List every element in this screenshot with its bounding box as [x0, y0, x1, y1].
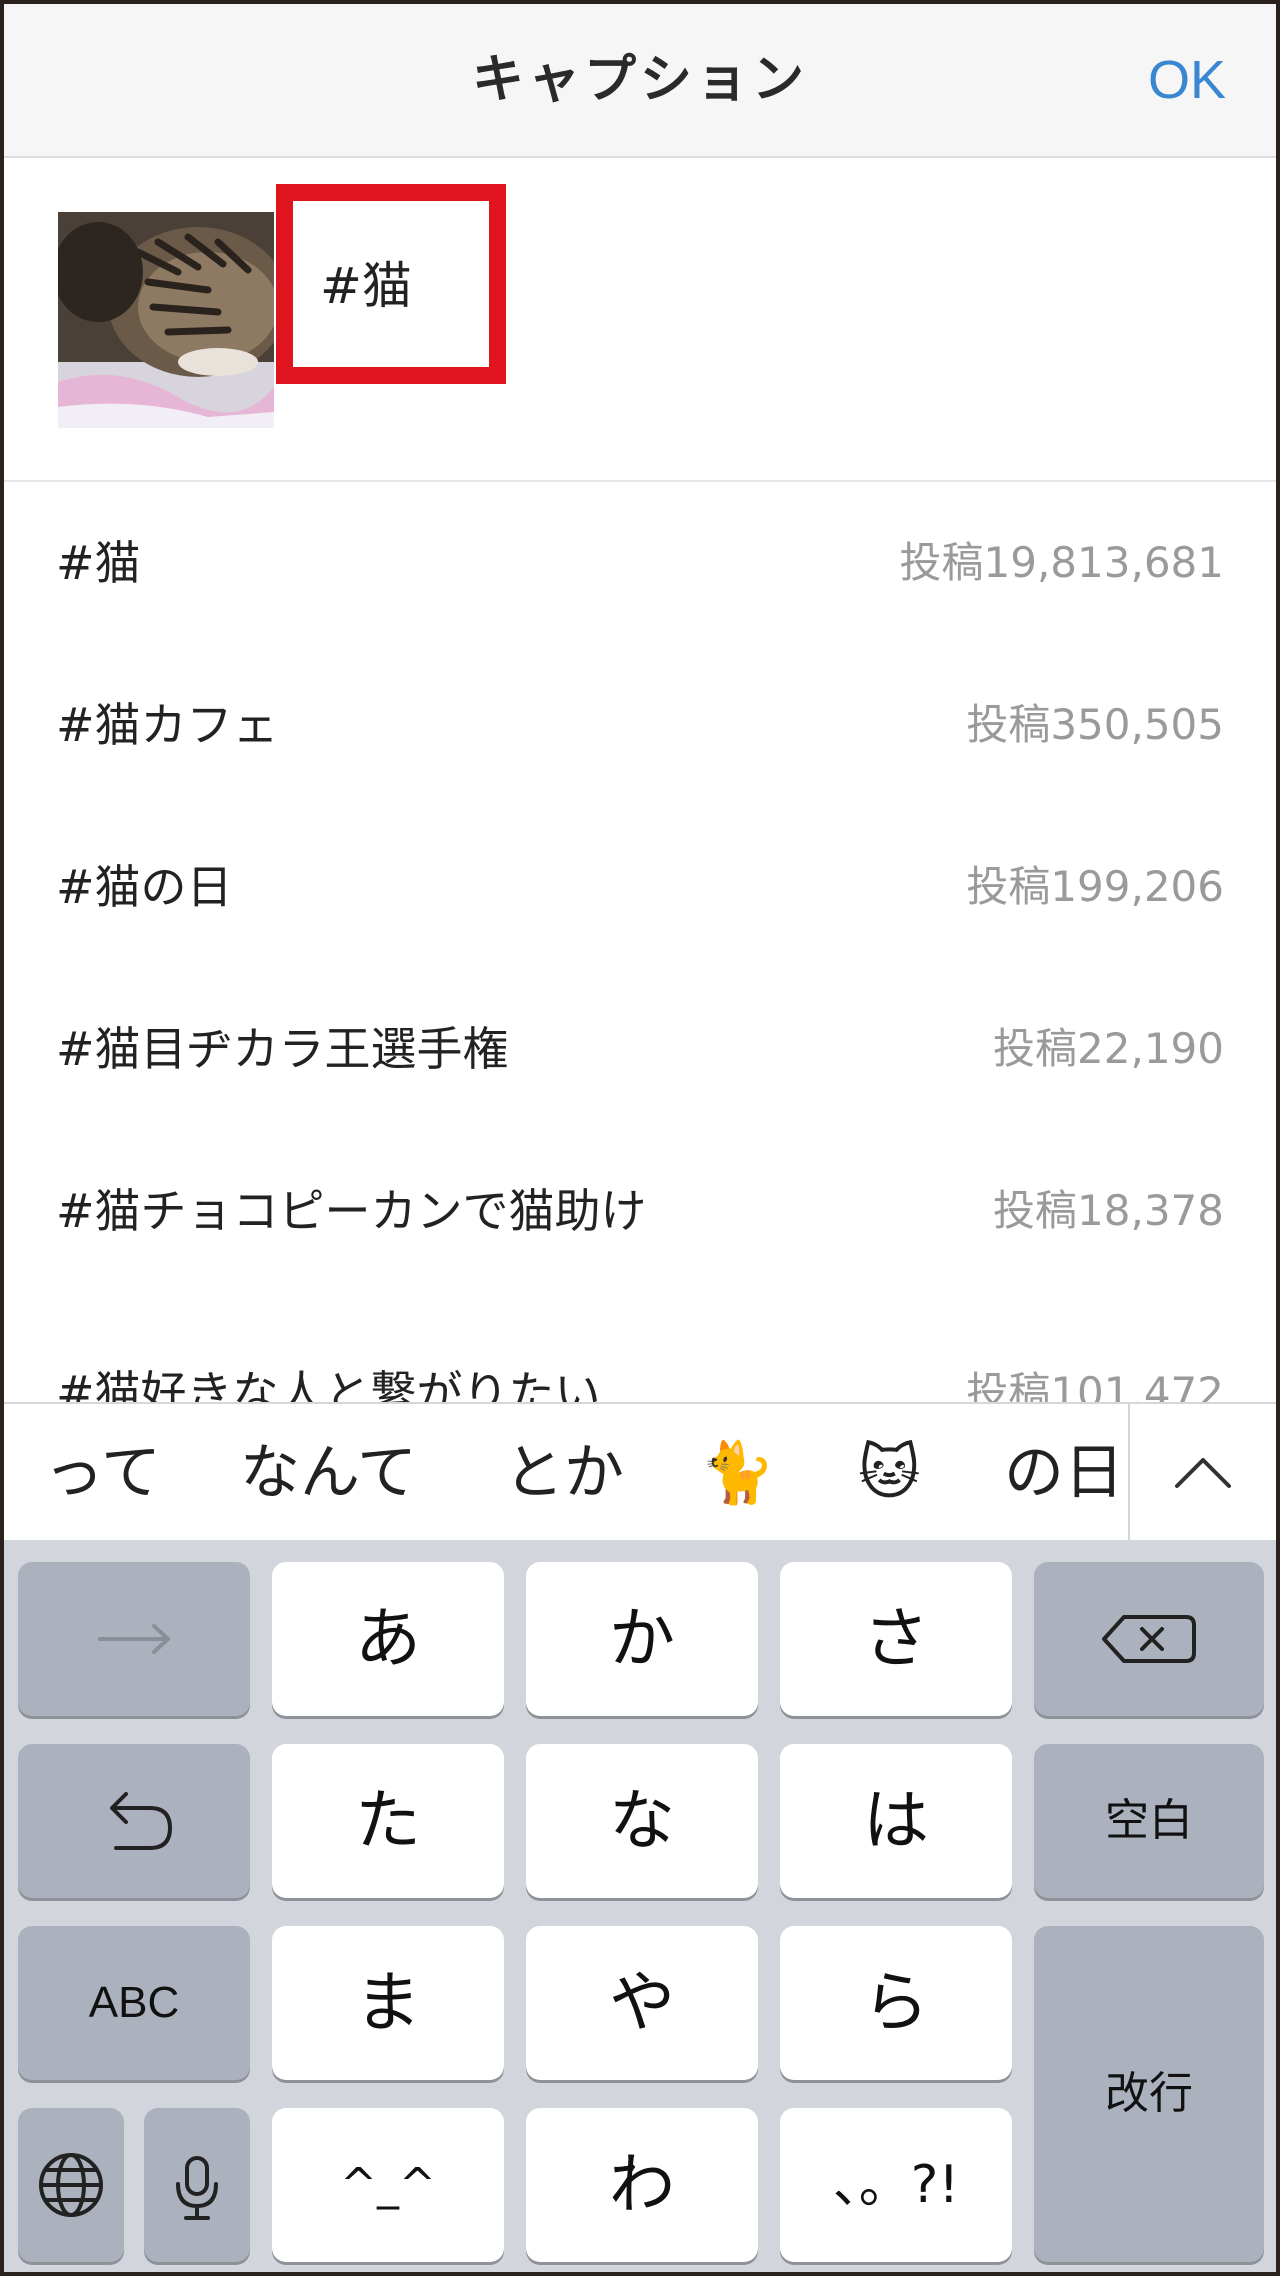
post-count: 投稿101,472 [966, 1368, 1224, 1402]
key-wa[interactable]: わ [526, 2108, 758, 2262]
key-ka[interactable]: か [526, 1562, 758, 1716]
prediction-item[interactable]: って [44, 1404, 161, 1542]
post-count: 投稿19,813,681 [899, 538, 1224, 587]
abc-key[interactable]: ABC [18, 1926, 250, 2080]
delete-key[interactable] [1034, 1562, 1264, 1716]
microphone-icon [176, 2156, 218, 2220]
prediction-item[interactable]: 🐈 [700, 1404, 775, 1542]
list-item[interactable]: #猫の日 投稿199,206 [4, 806, 1276, 968]
prediction-item[interactable]: の日 [1004, 1404, 1124, 1542]
list-item[interactable]: #猫チョコピーカンで猫助け 投稿18,378 [4, 1130, 1276, 1292]
japanese-keyboard: あ か さ た な は 空白 ABC ま や ら 改行 ^_^ わ 、。?! [4, 1540, 1276, 2272]
post-count: 投稿18,378 [993, 1186, 1224, 1235]
caption-screen: キャプション OK #猫 #猫 投稿19,813,681 #猫カフェ 投稿350… [0, 0, 1280, 2276]
space-key[interactable]: 空白 [1034, 1744, 1264, 1898]
key-a[interactable]: あ [272, 1562, 504, 1716]
list-item[interactable]: #猫 投稿19,813,681 [4, 482, 1276, 644]
caption-input[interactable]: #猫 [320, 246, 412, 318]
hashtag-label: #猫好きな人と繋がりたい [56, 1366, 601, 1402]
post-count: 投稿22,190 [993, 1024, 1224, 1073]
prediction-bar: って なんて とか 🐈 🐱 の日 [4, 1402, 1276, 1542]
key-na[interactable]: な [526, 1744, 758, 1898]
list-item[interactable]: #猫目ヂカラ王選手権 投稿22,190 [4, 968, 1276, 1130]
undo-icon [110, 1792, 173, 1850]
post-count: 投稿350,505 [966, 700, 1224, 749]
page-title: キャプション [471, 50, 808, 110]
caption-editor: #猫 [4, 158, 1276, 482]
key-ya[interactable]: や [526, 1926, 758, 2080]
hashtag-label: #猫の日 [56, 860, 233, 914]
undo-key[interactable] [18, 1744, 250, 1898]
arrow-right-icon [98, 1624, 170, 1654]
key-sa[interactable]: さ [780, 1562, 1012, 1716]
return-key[interactable]: 改行 [1034, 1926, 1264, 2262]
key-ha[interactable]: は [780, 1744, 1012, 1898]
list-item[interactable]: #猫好きな人と繋がりたい 投稿101,472 [4, 1312, 1276, 1402]
hashtag-label: #猫チョコピーカンで猫助け [56, 1184, 647, 1238]
prediction-item[interactable]: 🐱 [858, 1404, 921, 1542]
globe-key[interactable] [18, 2108, 124, 2262]
list-item[interactable]: #猫カフェ 投稿350,505 [4, 644, 1276, 806]
backspace-icon [1102, 1615, 1196, 1663]
prediction-item[interactable]: とか [504, 1404, 624, 1542]
ok-button[interactable]: OK [1148, 4, 1226, 156]
chevron-up-icon[interactable] [1130, 1404, 1276, 1542]
hashtag-suggestion-list: #猫 投稿19,813,681 #猫カフェ 投稿350,505 #猫の日 投稿1… [4, 482, 1276, 1402]
navigation-bar: キャプション OK [4, 4, 1276, 158]
prediction-item[interactable]: なんて [240, 1404, 417, 1542]
hashtag-label: #猫目ヂカラ王選手権 [56, 1022, 509, 1076]
post-count: 投稿199,206 [966, 862, 1224, 911]
key-ta[interactable]: た [272, 1744, 504, 1898]
globe-icon [39, 2153, 103, 2217]
key-emoticon[interactable]: ^_^ [272, 2108, 504, 2262]
key-ra[interactable]: ら [780, 1926, 1012, 2080]
next-key[interactable] [18, 1562, 250, 1716]
key-ma[interactable]: ま [272, 1926, 504, 2080]
mic-key[interactable] [144, 2108, 250, 2262]
hashtag-label: #猫 [56, 536, 141, 590]
hashtag-label: #猫カフェ [56, 698, 279, 752]
key-punctuation[interactable]: 、。?! [780, 2108, 1012, 2262]
post-thumbnail [58, 212, 274, 428]
